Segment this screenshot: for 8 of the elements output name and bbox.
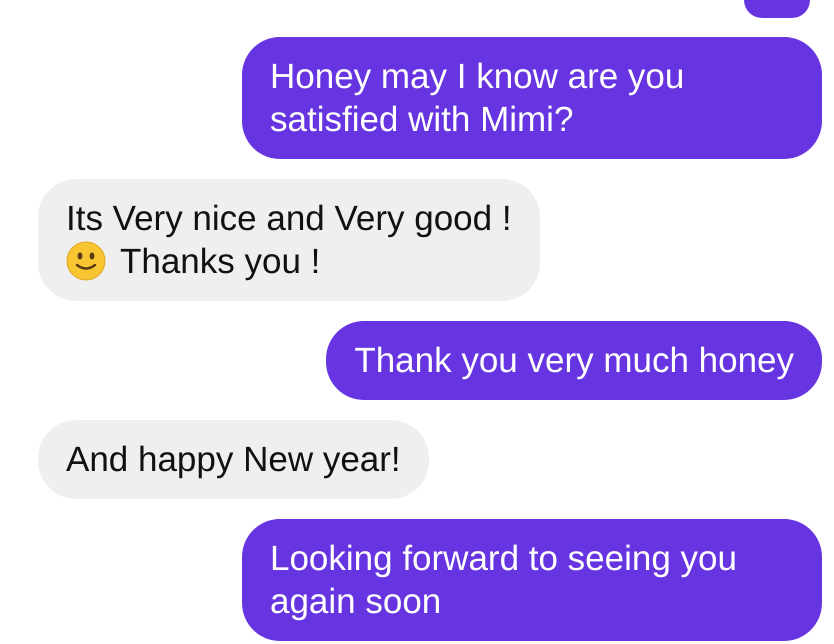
message-text: And happy New year!	[66, 440, 401, 479]
message-text: Looking forward to seeing you again soon	[270, 539, 737, 621]
message-text: Honey may I know are you satisfied with Mimi?	[270, 57, 684, 139]
message-text: Thank you very much honey	[354, 341, 794, 380]
message-bubble	[744, 0, 810, 18]
message-text: Thanks you !	[120, 242, 320, 281]
smiley-icon	[66, 241, 106, 281]
message-text: Its Very nice and Very good !	[66, 199, 512, 238]
